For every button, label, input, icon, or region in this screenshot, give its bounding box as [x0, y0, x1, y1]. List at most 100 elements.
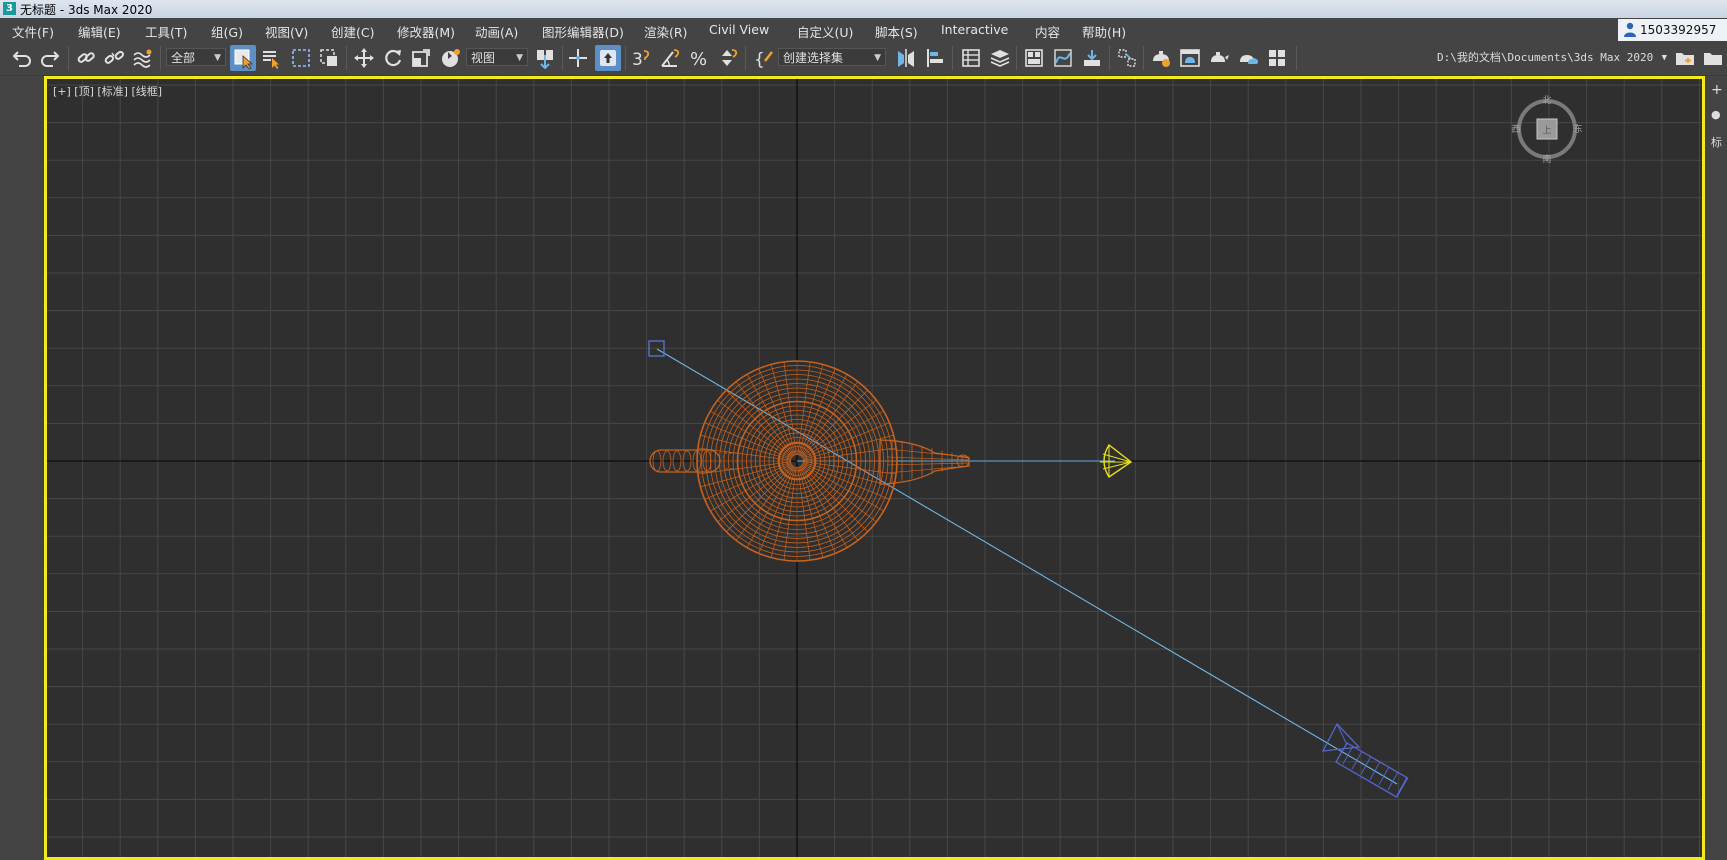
select-manipulate-icon[interactable] [565, 45, 591, 71]
menu-help[interactable]: 帮助(H) [1082, 22, 1126, 41]
camera-frustum-line [1336, 723, 1348, 746]
top-viewport[interactable]: [+] [顶] [标准] [线框] 上 北 南 东 西 [44, 76, 1705, 860]
placement-icon[interactable] [437, 45, 463, 71]
percent-snap-icon[interactable]: % [686, 45, 712, 71]
selection-filter-dropdown[interactable]: 全部 ▼ [166, 48, 226, 66]
left-panel [0, 76, 44, 860]
menu-group[interactable]: 组(G) [211, 22, 243, 41]
panel-label: 标 [1711, 136, 1722, 149]
redo-icon[interactable] [37, 45, 63, 71]
scene-explorer-icon[interactable] [958, 45, 984, 71]
chevron-down-icon: ▼ [516, 53, 523, 63]
menu-civil-view[interactable]: Civil View [709, 22, 769, 37]
scale-icon[interactable] [408, 45, 434, 71]
camera-body-line [1369, 761, 1381, 780]
viewcube-north-label[interactable]: 北 [1542, 95, 1551, 106]
teapot-spout-line [886, 465, 970, 474]
teapot-spout-line [886, 462, 970, 466]
schematic-view-icon[interactable] [1079, 45, 1105, 71]
menu-modifiers[interactable]: 修改器(M) [397, 22, 455, 41]
chevron-down-icon: ▼ [1661, 53, 1667, 63]
menu-content[interactable]: 内容 [1035, 22, 1060, 41]
rotate-icon[interactable] [380, 45, 406, 71]
svg-text:3: 3 [632, 50, 643, 69]
menu-tools[interactable]: 工具(T) [145, 22, 187, 41]
viewport-scene[interactable] [47, 79, 1702, 857]
menu-interactive[interactable]: Interactive [941, 22, 1008, 37]
menu-customize[interactable]: 自定义(U) [797, 22, 853, 41]
project-folder-icon[interactable] [1264, 45, 1290, 71]
link-icon[interactable] [73, 45, 99, 71]
camera-body-line [1360, 756, 1372, 775]
window-crossing-icon[interactable] [316, 45, 342, 71]
chevron-down-icon: ▼ [874, 53, 881, 63]
move-icon[interactable] [351, 45, 377, 71]
teapot-spout-line [886, 448, 970, 458]
bind-space-warp-icon[interactable] [130, 45, 156, 71]
align-icon[interactable] [922, 45, 948, 71]
teapot-spout [879, 439, 970, 485]
menu-graph-editors[interactable]: 图形编辑器(D) [542, 22, 624, 41]
svg-text:%: % [690, 49, 707, 69]
create-tab-icon[interactable]: + [1711, 82, 1723, 98]
camera-body [1335, 742, 1409, 798]
viewcube-west-label[interactable]: 西 [1512, 124, 1521, 135]
mirror-icon[interactable] [893, 45, 919, 71]
keyboard-shortcut-icon[interactable] [595, 45, 621, 71]
project-path-dropdown[interactable]: D:\我的文档\Documents\3ds Max 2020 ▼ [1437, 48, 1667, 68]
modify-tab-icon[interactable]: ● [1711, 108, 1721, 121]
select-object-button[interactable] [230, 45, 256, 71]
user-account[interactable]: 1503392957 [1618, 19, 1727, 41]
command-panel: + ● 标 [1705, 76, 1727, 860]
curve-editor-icon[interactable] [1050, 45, 1076, 71]
open-file-icon[interactable] [1700, 45, 1726, 71]
menu-edit[interactable]: 编辑(E) [78, 22, 121, 41]
3ds-max-app-icon: 3 [3, 2, 16, 15]
rendered-frame-window-icon[interactable] [1177, 45, 1203, 71]
target-camera[interactable] [1321, 722, 1409, 798]
render-cloud-icon[interactable] [1235, 45, 1261, 71]
user-name: 1503392957 [1640, 23, 1717, 37]
pivot-icon[interactable] [532, 45, 558, 71]
render-production-icon[interactable] [1206, 45, 1232, 71]
viewcube-south-label[interactable]: 南 [1542, 153, 1551, 164]
camera-body-line [1378, 766, 1390, 786]
menu-bar: 文件(F) 编辑(E) 工具(T) 组(G) 视图(V) 创建(C) 修改器(M… [0, 18, 1727, 41]
angle-snap-icon[interactable] [657, 45, 683, 71]
menu-animation[interactable]: 动画(A) [475, 22, 518, 41]
viewcube-face-label: 上 [1542, 125, 1551, 136]
named-selection-set-dropdown[interactable]: 创建选择集 ▼ [778, 48, 886, 66]
viewport-label[interactable]: [+] [顶] [标准] [线框] [53, 83, 162, 99]
undo-icon[interactable] [9, 45, 35, 71]
menu-views[interactable]: 视图(V) [265, 22, 308, 41]
render-setup-icon[interactable] [1148, 45, 1174, 71]
unlink-icon[interactable] [101, 45, 127, 71]
rectangular-selection-icon[interactable] [288, 45, 314, 71]
project-path-value: D:\我的文档\Documents\3ds Max 2020 [1437, 51, 1654, 64]
menu-create[interactable]: 创建(C) [331, 22, 374, 41]
reference-coordinate-dropdown[interactable]: 视图 ▼ [466, 48, 528, 66]
select-object-icon [234, 49, 254, 69]
viewcube[interactable]: 上 北 南 东 西 [1512, 94, 1582, 164]
menu-scripting[interactable]: 脚本(S) [875, 22, 918, 41]
viewcube-east-label[interactable]: 东 [1573, 123, 1582, 135]
toggle-ribbon-icon[interactable] [1021, 45, 1047, 71]
layer-explorer-icon[interactable] [987, 45, 1013, 71]
window-title: 无标题 - 3ds Max 2020 [20, 3, 153, 17]
named-selection-set-value: 创建选择集 [783, 51, 844, 65]
reference-coordinate-value: 视图 [471, 51, 496, 65]
title-bar: 3 无标题 - 3ds Max 2020 [0, 0, 1727, 18]
menu-rendering[interactable]: 渲染(R) [644, 22, 687, 41]
material-editor-icon[interactable] [1114, 45, 1140, 71]
user-icon [1624, 22, 1636, 37]
edit-named-selection-icon[interactable]: { [751, 45, 777, 71]
snap-3d-icon[interactable]: 3 [628, 45, 654, 71]
svg-text:{: { [754, 50, 765, 69]
camera-body-line [1387, 771, 1399, 791]
menu-file[interactable]: 文件(F) [12, 22, 54, 41]
spinner-snap-icon[interactable] [715, 45, 741, 71]
set-project-folder-icon[interactable] [1672, 45, 1698, 71]
select-by-name-icon[interactable] [258, 45, 284, 71]
selection-filter-value: 全部 [171, 51, 196, 65]
chevron-down-icon: ▼ [214, 53, 221, 63]
